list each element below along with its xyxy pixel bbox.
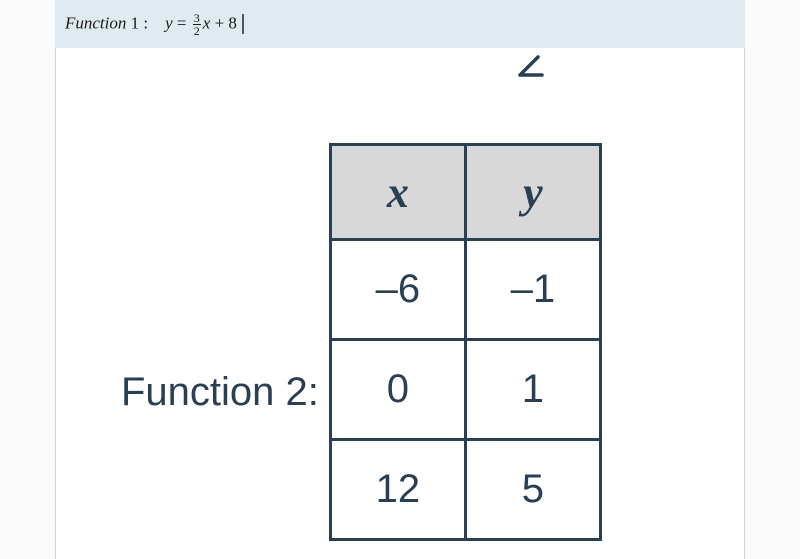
table-header-y: y — [465, 145, 600, 240]
table-cell-y: –1 — [465, 240, 600, 340]
function1-equation: Function 1 : y = 3 2 x + 8 — [65, 12, 244, 37]
function1-fraction: 3 2 — [193, 12, 201, 37]
header-bar: Function 1 : y = 3 2 x + 8 — [55, 0, 745, 48]
table-cell-x: –6 — [330, 240, 465, 340]
function1-constant: 8 — [228, 13, 237, 32]
function1-x: x — [203, 13, 211, 32]
function2-label: Function 2: — [121, 270, 319, 415]
table-row: 12 5 — [330, 440, 600, 540]
text-cursor — [242, 14, 244, 34]
function1-equals: = — [177, 13, 187, 32]
function1-colon: : — [143, 13, 148, 32]
stray-mark — [516, 50, 546, 87]
function1-y: y — [165, 13, 173, 32]
function1-number: 1 — [131, 13, 140, 32]
table-cell-y: 1 — [465, 340, 600, 440]
table-row: 0 1 — [330, 340, 600, 440]
fraction-numerator: 3 — [193, 12, 201, 25]
table-cell-x: 0 — [330, 340, 465, 440]
function2-group: Function 2: x y –6 –1 0 1 12 5 — [121, 143, 602, 541]
table-cell-y: 5 — [465, 440, 600, 540]
content-area: Function 2: x y –6 –1 0 1 12 5 — [55, 48, 745, 559]
function2-table: x y –6 –1 0 1 12 5 — [329, 143, 602, 541]
table-row: –6 –1 — [330, 240, 600, 340]
table-header-x: x — [330, 145, 465, 240]
fraction-denominator: 2 — [193, 25, 201, 37]
table-header-row: x y — [330, 145, 600, 240]
function1-label: Function — [65, 13, 126, 32]
function1-plus: + — [215, 13, 225, 32]
table-cell-x: 12 — [330, 440, 465, 540]
